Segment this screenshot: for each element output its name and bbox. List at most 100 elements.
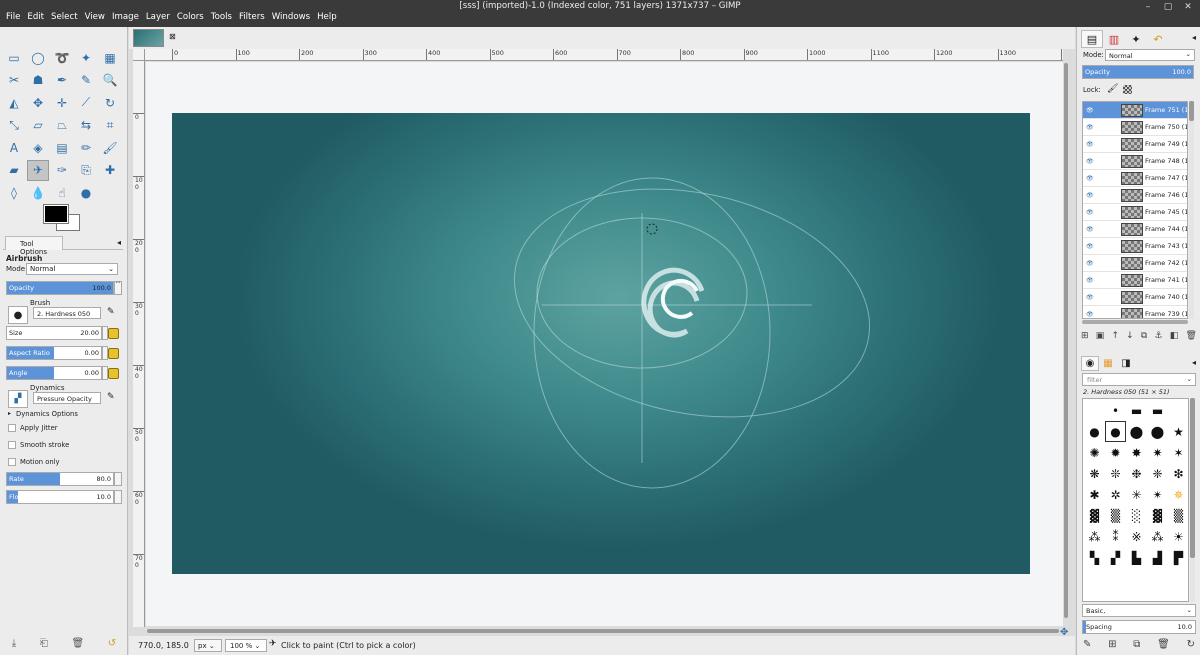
eye-icon[interactable]: 👁	[1086, 192, 1094, 199]
brush-tip[interactable]: ✺	[1085, 443, 1104, 462]
brush-tip[interactable]: •	[1106, 401, 1125, 420]
layers-scrollbar[interactable]	[1189, 101, 1194, 319]
restore-options-icon[interactable]: ⎗	[40, 638, 48, 649]
horizontal-scrollbar[interactable]	[145, 628, 1063, 634]
brush-tip[interactable]: ⁑	[1106, 527, 1125, 546]
brush-filter-input[interactable]: filter ⌄	[1082, 373, 1196, 386]
dock-menu-icon[interactable]: ◂	[1192, 33, 1196, 42]
tab-brushes[interactable]: ◉	[1081, 355, 1099, 371]
eye-icon[interactable]: 👁	[1086, 260, 1094, 267]
motion-only-checkbox[interactable]	[8, 458, 16, 466]
zoom-select[interactable]: 100 % ⌄	[225, 639, 267, 652]
eye-icon[interactable]: 👁	[1086, 243, 1094, 250]
layers-list[interactable]: 👁 Frame 751 (10 👁 Frame 750 (10 👁 Frame 749 (…	[1082, 101, 1188, 319]
tab-channels[interactable]: ▥	[1103, 30, 1125, 48]
tab-patterns[interactable]: ▦	[1099, 356, 1117, 371]
reset-options-icon[interactable]: ↺	[108, 638, 116, 649]
brush-tip[interactable]: ❉	[1127, 464, 1146, 483]
eye-icon[interactable]: 👁	[1086, 124, 1094, 131]
brush-tip[interactable]: ✶	[1169, 443, 1188, 462]
brush-tip[interactable]: ▬	[1127, 401, 1146, 420]
brush-scrollbar[interactable]	[1190, 398, 1195, 602]
clone-icon[interactable]: ⎘	[75, 160, 97, 181]
brush-tip[interactable]: ▞	[1106, 548, 1125, 567]
brush-tip[interactable]: ✳	[1127, 485, 1146, 504]
move-icon[interactable]: ✥	[27, 92, 49, 113]
free-select-icon[interactable]: ➰	[51, 47, 73, 68]
rate-slider[interactable]: Rate 80.0	[6, 472, 114, 486]
flip-icon[interactable]: ⇆	[75, 115, 97, 136]
anchor-layer-icon[interactable]: ⚓	[1155, 331, 1163, 341]
rotate-icon[interactable]: ↻	[99, 92, 121, 113]
brush-tip[interactable]: ▒	[1169, 506, 1188, 525]
layer-row[interactable]: 👁 Frame 744 (10	[1083, 221, 1187, 238]
foreground-color[interactable]	[43, 204, 69, 224]
brush-tip[interactable]: ●	[1105, 421, 1126, 442]
color-picker-icon[interactable]: ✎	[75, 70, 97, 91]
dodge-burn-icon[interactable]: ●	[75, 182, 97, 203]
scissors-icon[interactable]: ✂	[3, 70, 25, 91]
heal-icon[interactable]: ✚	[99, 160, 121, 181]
flow-spinner[interactable]	[114, 490, 122, 504]
airbrush-icon[interactable]: ✈	[27, 159, 49, 181]
smooth-stroke-checkbox[interactable]	[8, 441, 16, 449]
layer-row[interactable]: 👁 Frame 747 (10	[1083, 170, 1187, 187]
scroll-thumb[interactable]	[1190, 398, 1195, 558]
brush-tip[interactable]: ░	[1127, 506, 1146, 525]
menu-windows[interactable]: Windows	[272, 12, 310, 22]
scroll-thumb[interactable]	[1064, 63, 1068, 618]
mode-select[interactable]: Normal ⌄	[26, 263, 118, 275]
eye-icon[interactable]: 👁	[1086, 311, 1094, 318]
scale-icon[interactable]: ⤡	[3, 115, 25, 136]
edit-dynamics-icon[interactable]: ✎	[107, 392, 115, 402]
menu-image[interactable]: Image	[112, 12, 139, 22]
brush-tip[interactable]: ❈	[1148, 464, 1167, 483]
new-layer-icon[interactable]: ⊞	[1081, 331, 1089, 341]
ruler-corner[interactable]	[133, 49, 145, 61]
brush-tip[interactable]: ★	[1169, 422, 1188, 441]
menu-view[interactable]: View	[85, 12, 105, 22]
layer-row[interactable]: 👁 Frame 742 (10	[1083, 255, 1187, 272]
eye-icon[interactable]: 👁	[1086, 141, 1094, 148]
raise-layer-icon[interactable]: ↑	[1111, 331, 1119, 341]
smudge-icon[interactable]: ☝	[51, 182, 73, 203]
brush-tip[interactable]: ✷	[1148, 443, 1167, 462]
tab-gradients[interactable]: ◨	[1117, 356, 1135, 371]
close-icon[interactable]: ⊠	[169, 32, 176, 41]
fuzzy-select-icon[interactable]: ✦	[75, 47, 97, 68]
menu-colors[interactable]: Colors	[177, 12, 204, 22]
layer-row[interactable]: 👁 Frame 740 (10	[1083, 289, 1187, 306]
brush-tip[interactable]: ▟	[1148, 548, 1167, 567]
menu-filters[interactable]: Filters	[239, 12, 265, 22]
brush-preview-icon[interactable]: ●	[8, 306, 28, 324]
opacity-slider[interactable]: Opacity 100.0	[6, 281, 114, 295]
cage-icon[interactable]: ⌗	[99, 115, 121, 136]
dock-menu-icon[interactable]: ◂	[117, 238, 121, 247]
save-options-icon[interactable]: ⤓	[12, 638, 16, 649]
fg-bg-colors[interactable]	[43, 204, 84, 233]
lower-layer-icon[interactable]: ↓	[1126, 331, 1134, 341]
layer-row[interactable]: 👁 Frame 743 (10	[1083, 238, 1187, 255]
image-tab-thumbnail[interactable]	[133, 29, 164, 47]
perspective-icon[interactable]: ⏢	[51, 115, 73, 136]
blend-icon[interactable]: ▤	[51, 137, 73, 158]
color-select-icon[interactable]: ▦	[99, 47, 121, 68]
new-brush-icon[interactable]: ⊞	[1108, 639, 1116, 650]
image-canvas[interactable]	[172, 113, 1030, 574]
brush-grid[interactable]: • ▬ ▬ ● ● ⬤ ⬤ ★ ✺ ✹ ✸ ✷ ✶ ❋ ❊ ❉ ❈ ❇ ✱ ✲ ✳ ✴ ✵ ▓ ▒ ░ ▓ ▒ ⁂ ⁑ ※ ⁂ ☀ ▚ ▞ ▙ ▟ ▛	[1082, 398, 1189, 602]
layer-row[interactable]: 👁 Frame 739 (10	[1083, 306, 1187, 318]
tab-undo[interactable]: ↶	[1147, 30, 1169, 48]
layer-row[interactable]: 👁 Frame 748 (10	[1083, 153, 1187, 170]
brush-tip[interactable]: ▛	[1169, 548, 1188, 567]
expander-icon[interactable]: ▸	[8, 410, 11, 417]
layer-mode-select[interactable]: Normal ⌄	[1105, 49, 1195, 61]
layers-hscrollbar[interactable]	[1082, 320, 1188, 324]
brush-field[interactable]: 2. Hardness 050	[33, 307, 101, 319]
edit-brush-icon[interactable]: ✎	[1083, 639, 1091, 650]
reset-size-icon[interactable]	[108, 328, 119, 339]
brush-tip[interactable]: ☀	[1169, 527, 1188, 546]
menu-tools[interactable]: Tools	[211, 12, 232, 22]
brush-tip[interactable]: ❊	[1106, 464, 1125, 483]
horizontal-ruler[interactable]: 0 100 200 300 400 500 600 700 800 900 1000 1100 1200…	[145, 49, 1063, 61]
dock-menu-icon[interactable]: ◂	[1192, 358, 1196, 367]
